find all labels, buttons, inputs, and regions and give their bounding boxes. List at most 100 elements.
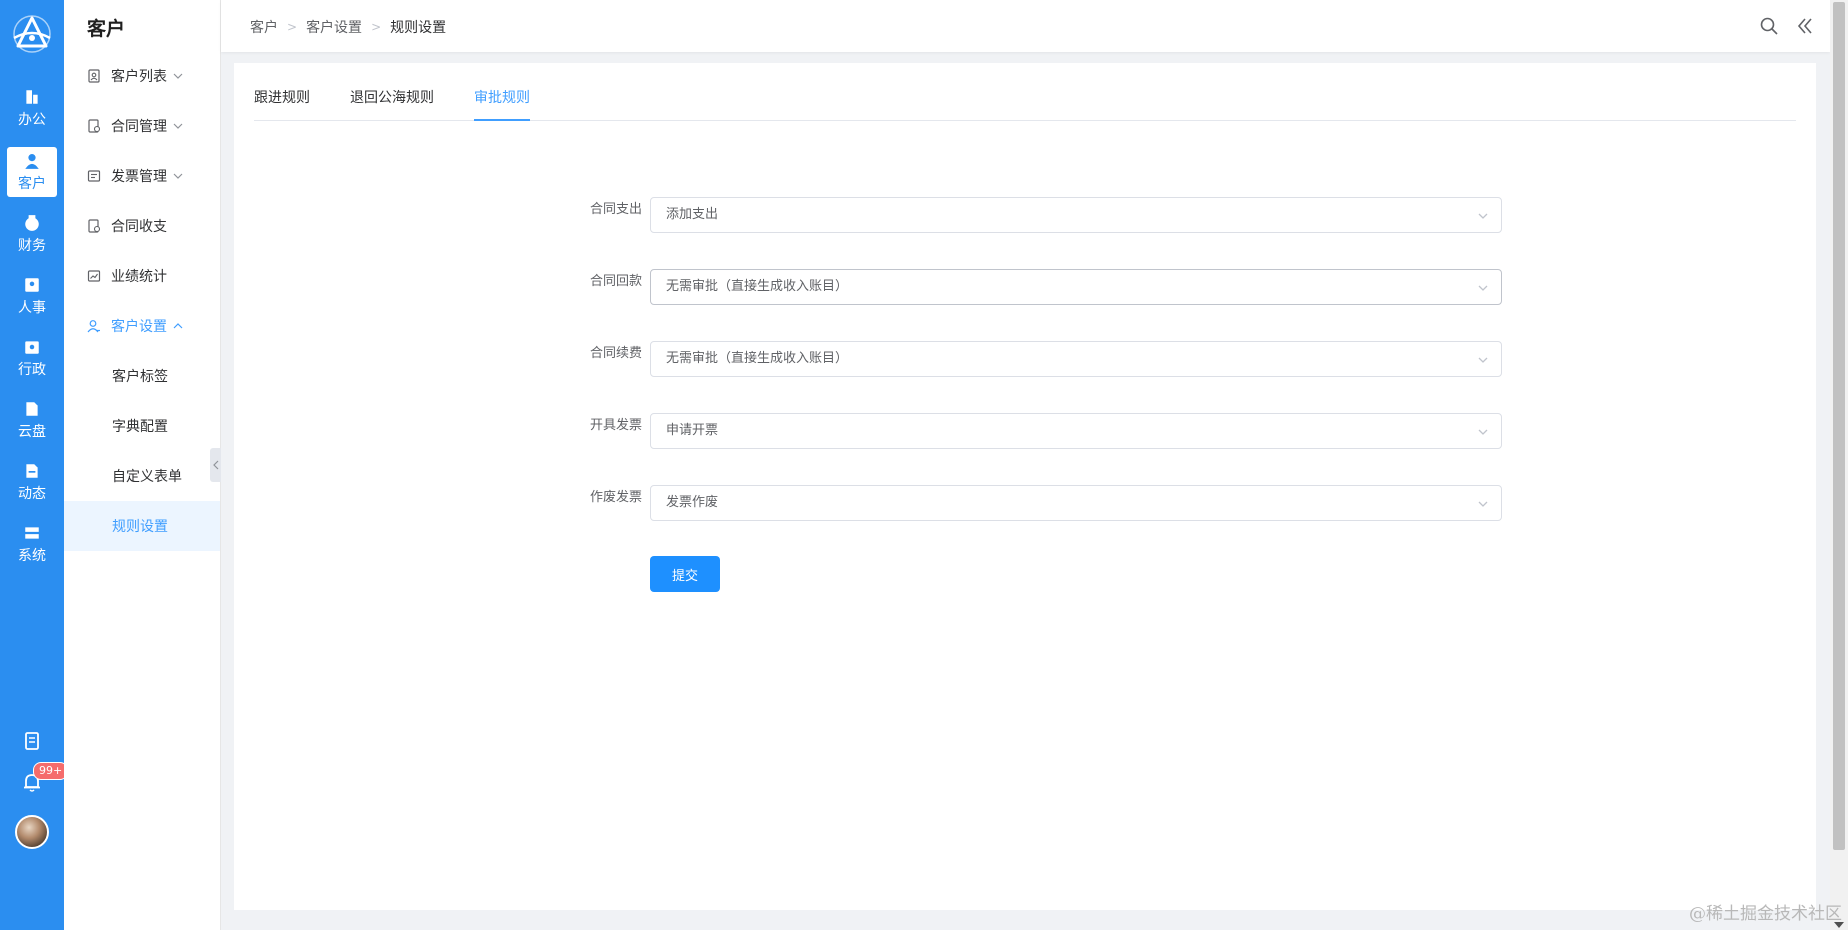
chevron-down-icon — [1478, 429, 1488, 435]
secondary-sidebar: 客户 客户列表 合同管理 发票管理 合同收支 业绩统计 客户设置 客户标签 字典… — [64, 0, 221, 930]
sidebar-item-performance-stats[interactable]: 业绩统计 — [64, 251, 220, 301]
sidebar-item-label: 合同管理 — [111, 119, 167, 135]
breadcrumb-item-current: 规则设置 — [390, 20, 447, 36]
contract-renewal-select[interactable]: 无需审批（直接生成收入账目） — [650, 341, 1502, 377]
breadcrumb-item[interactable]: 客户 — [250, 17, 278, 37]
rail-item-feed[interactable]: 动态 — [7, 457, 57, 507]
chevron-down-icon — [1478, 213, 1488, 219]
rail-item-hr[interactable]: 人事 — [7, 271, 57, 321]
form-label: 合同回款 — [589, 274, 642, 289]
contract-expense-select[interactable]: 添加支出 — [650, 197, 1502, 233]
select-value: 发票作废 — [666, 495, 719, 510]
chevron-left-icon — [212, 460, 218, 470]
sidebar-title: 客户 — [87, 18, 126, 40]
contract-icon — [88, 119, 101, 133]
sidebar-item-label: 客户列表 — [111, 69, 167, 85]
avatar[interactable] — [15, 815, 49, 849]
rail-item-label: 客户 — [18, 175, 46, 192]
receipt-icon — [88, 219, 101, 233]
double-chevron-left-icon[interactable] — [1795, 16, 1815, 36]
rail-item-system[interactable]: 系统 — [7, 519, 57, 569]
select-value: 添加支出 — [666, 207, 719, 222]
form-row-void-invoice: 作废发票 发票作废 — [584, 485, 1502, 521]
admin-icon — [25, 340, 39, 354]
breadcrumb-item[interactable]: 客户设置 — [306, 17, 362, 37]
rail-item-label: 办公 — [18, 111, 46, 128]
invoice-icon — [87, 170, 101, 182]
scrollbar-thumb[interactable] — [1833, 2, 1845, 850]
vertical-scrollbar[interactable] — [1830, 0, 1848, 930]
rail-item-label: 人事 — [18, 299, 46, 316]
rail-item-cloud-disk[interactable]: 云盘 — [7, 395, 57, 445]
submit-button[interactable]: 提交 — [650, 556, 720, 592]
form-label: 合同续费 — [589, 346, 642, 361]
sidebar-subitem-rule-settings[interactable]: 规则设置 — [64, 501, 220, 551]
sidebar-subitem-dictionary-config[interactable]: 字典配置 — [64, 401, 220, 451]
office-icon — [26, 89, 38, 104]
form-row-issue-invoice: 开具发票 申请开票 — [584, 413, 1502, 449]
issue-invoice-select[interactable]: 申请开票 — [650, 413, 1502, 449]
rail-item-customer[interactable]: 客户 — [7, 147, 57, 197]
search-icon[interactable] — [1759, 16, 1779, 36]
chevron-down-icon — [1478, 357, 1488, 363]
hr-icon — [25, 277, 39, 292]
sidebar-item-contract-finance[interactable]: 合同收支 — [64, 201, 220, 251]
finance-icon — [25, 214, 39, 231]
cloud-disk-icon — [26, 401, 38, 416]
select-value: 无需审批（直接生成收入账目） — [666, 351, 849, 366]
form-label: 开具发票 — [589, 418, 642, 433]
rule-tabs: 跟进规则 退回公海规则 审批规则 — [254, 79, 1796, 121]
rail-item-label: 行政 — [18, 361, 46, 378]
main-card: 跟进规则 退回公海规则 审批规则 合同支出 添加支出 合同回款 无需审批（直接生… — [234, 63, 1816, 910]
app-logo[interactable] — [6, 8, 58, 60]
tab-follow-up-rules[interactable]: 跟进规则 — [254, 79, 310, 121]
contact-card-icon — [88, 69, 100, 83]
sidebar-item-customer-settings[interactable]: 客户设置 — [64, 301, 220, 351]
chart-icon — [87, 270, 101, 282]
rail-item-label: 系统 — [18, 547, 46, 564]
chevron-down-icon — [173, 173, 183, 179]
chevron-up-icon — [173, 323, 183, 329]
sidebar-item-customer-list[interactable]: 客户列表 — [64, 51, 220, 101]
rail-item-label: 云盘 — [18, 423, 46, 440]
void-invoice-select[interactable]: 发票作废 — [650, 485, 1502, 521]
select-value: 无需审批（直接生成收入账目） — [666, 279, 849, 294]
system-icon — [25, 526, 39, 539]
breadcrumb-separator-icon: > — [371, 20, 382, 34]
rail-item-label: 财务 — [18, 237, 46, 254]
form-label: 作废发票 — [589, 490, 642, 505]
breadcrumb-separator-icon: > — [287, 20, 298, 34]
user-settings-icon — [87, 320, 100, 333]
sidebar-item-label: 业绩统计 — [111, 269, 167, 285]
feed-icon — [26, 463, 38, 478]
sidebar-item-invoice-management[interactable]: 发票管理 — [64, 151, 220, 201]
chevron-down-icon — [1478, 285, 1488, 291]
tab-approval-rules[interactable]: 审批规则 — [474, 79, 530, 121]
sidebar-item-label: 发票管理 — [111, 169, 167, 185]
rail-item-office[interactable]: 办公 — [7, 83, 57, 133]
chevron-down-icon — [173, 73, 183, 79]
sidebar-collapse-handle[interactable] — [210, 448, 221, 482]
chevron-down-icon — [173, 123, 183, 129]
breadcrumb: 客户 > 客户设置 > 规则设置 — [250, 17, 446, 37]
sidebar-item-contract-management[interactable]: 合同管理 — [64, 101, 220, 151]
top-header: 客户 > 客户设置 > 规则设置 — [221, 0, 1830, 52]
notebook-icon[interactable] — [21, 730, 43, 752]
form-row-contract-expense: 合同支出 添加支出 — [584, 197, 1502, 233]
sidebar-subitem-custom-forms[interactable]: 自定义表单 — [64, 451, 220, 501]
form-row-contract-payment: 合同回款 无需审批（直接生成收入账目） — [584, 269, 1502, 305]
chevron-down-icon — [1478, 501, 1488, 507]
tab-return-to-pool-rules[interactable]: 退回公海规则 — [350, 79, 434, 121]
notification-badge: 99+ — [33, 762, 69, 780]
sidebar-item-label: 合同收支 — [111, 219, 167, 235]
contract-payment-select[interactable]: 无需审批（直接生成收入账目） — [650, 269, 1502, 305]
rail-item-label: 动态 — [18, 485, 46, 502]
logo-icon — [13, 15, 51, 53]
watermark: @稀土掘金技术社区 — [1689, 904, 1842, 924]
sidebar-item-label: 客户设置 — [111, 319, 167, 335]
sidebar-subitem-customer-tags[interactable]: 客户标签 — [64, 351, 220, 401]
rail-item-finance[interactable]: 财务 — [7, 209, 57, 259]
select-value: 申请开票 — [666, 423, 719, 438]
rail-item-admin[interactable]: 行政 — [7, 333, 57, 383]
app-rail: 办公 客户 财务 人事 行政 云盘 动态 系统 99+ — [0, 0, 69, 930]
